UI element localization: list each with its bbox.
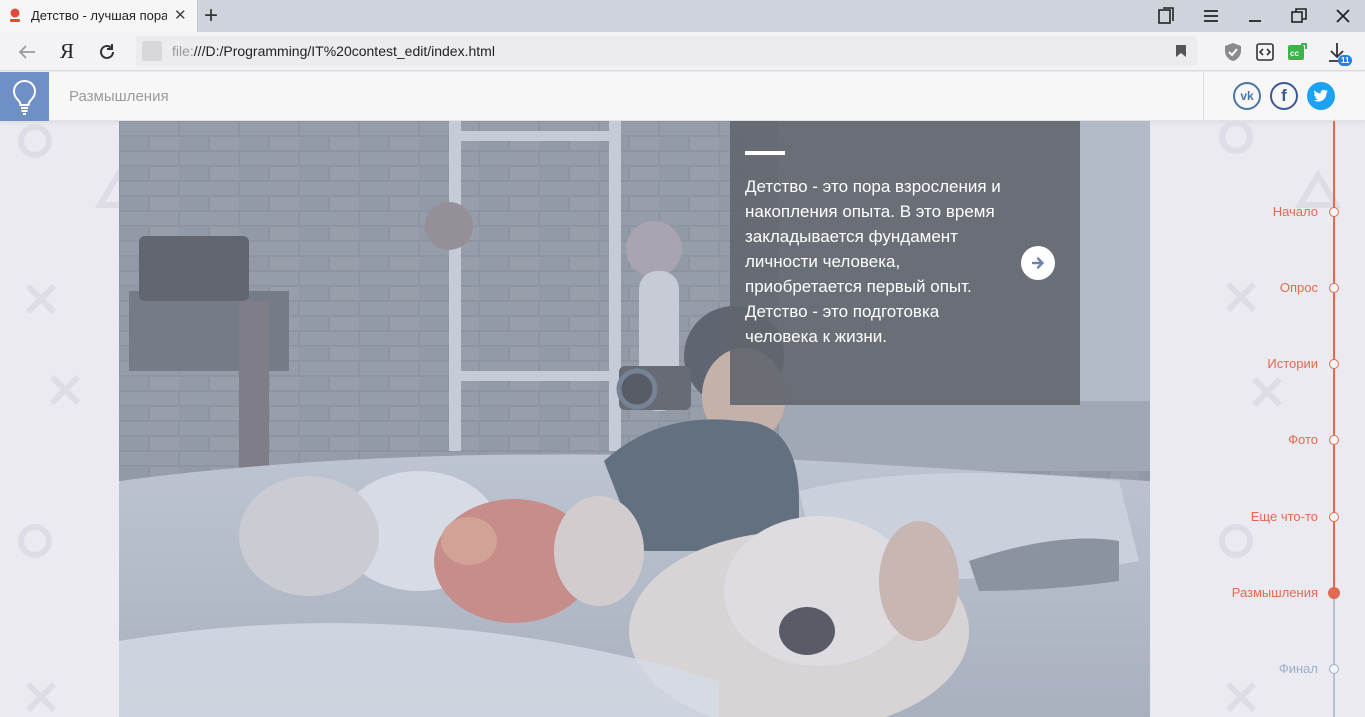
minimize-icon[interactable]: [1245, 6, 1265, 26]
timeline-item-final[interactable]: Финал: [1279, 661, 1318, 676]
file-page-icon: [142, 41, 162, 61]
tab-close-icon[interactable]: ✕: [174, 6, 187, 24]
quote-accent-line: [745, 151, 785, 155]
menu-icon[interactable]: [1201, 6, 1221, 26]
new-tab-button[interactable]: +: [204, 2, 218, 30]
quote-panel: Детство - это пора взросления и накоплен…: [730, 121, 1080, 405]
timeline-dot[interactable]: [1329, 435, 1339, 445]
browser-toolbar: Я file:///D:/Programming/IT%20contest_ed…: [0, 32, 1365, 71]
vk-icon[interactable]: vk: [1233, 82, 1261, 110]
reload-icon[interactable]: [96, 41, 118, 63]
arrow-right-icon: [1031, 257, 1045, 269]
devtools-extension-icon[interactable]: [1254, 41, 1276, 63]
address-path: ///D:/Programming/IT%20contest_edit/inde…: [193, 43, 495, 59]
timeline-item-photo[interactable]: Фото: [1288, 432, 1318, 447]
timeline-item-something-else[interactable]: Еще что-то: [1251, 509, 1318, 524]
timeline-dot-active[interactable]: [1328, 587, 1340, 599]
svg-text:cc: cc: [1290, 49, 1299, 58]
timeline-remaining-line: [1333, 592, 1335, 717]
cc-extension-icon[interactable]: cc: [1286, 41, 1308, 63]
bookmark-icon[interactable]: [1175, 44, 1187, 58]
restore-icon[interactable]: [1289, 6, 1309, 26]
tab-favicon-icon: [10, 8, 20, 22]
timeline-dot[interactable]: [1329, 207, 1339, 217]
site-logo[interactable]: [0, 72, 49, 121]
timeline-dot[interactable]: [1329, 512, 1339, 522]
protect-shield-icon[interactable]: [1222, 41, 1244, 63]
address-scheme: file:: [172, 43, 194, 59]
timeline-item-survey[interactable]: Опрос: [1280, 280, 1318, 295]
site-header: Размышления vk f: [0, 72, 1365, 121]
timeline-item-reflections[interactable]: Размышления: [1232, 585, 1318, 600]
site-section-title: Размышления: [69, 88, 169, 105]
address-bar[interactable]: file:///D:/Programming/IT%20contest_edit…: [136, 36, 1197, 66]
timeline-item-start[interactable]: Начало: [1273, 204, 1318, 219]
quote-text: Детство - это пора взросления и накоплен…: [745, 177, 1001, 346]
twitter-bird-icon: [1313, 89, 1328, 102]
timeline-dot[interactable]: [1329, 283, 1339, 293]
facebook-icon[interactable]: f: [1270, 82, 1298, 110]
next-arrow-button[interactable]: [1021, 246, 1055, 280]
header-divider: [1203, 72, 1204, 121]
lightbulb-icon: [12, 79, 37, 115]
browser-tabbar: Детство - лучшая пора ✕ +: [0, 0, 1365, 32]
downloads-badge: 11: [1338, 55, 1353, 66]
timeline-item-stories[interactable]: Истории: [1267, 356, 1318, 371]
timeline-dot[interactable]: [1329, 664, 1339, 674]
timeline-dot[interactable]: [1329, 359, 1339, 369]
address-text[interactable]: file:///D:/Programming/IT%20contest_edit…: [172, 43, 495, 59]
twitter-icon[interactable]: [1307, 82, 1335, 110]
browser-tab[interactable]: Детство - лучшая пора ✕: [0, 0, 198, 32]
yandex-logo-icon[interactable]: Я: [60, 39, 74, 64]
tab-title: Детство - лучшая пора: [31, 8, 167, 23]
bookmarks-panel-icon[interactable]: [1156, 6, 1176, 26]
back-arrow-icon[interactable]: [16, 41, 38, 63]
close-window-icon[interactable]: [1333, 6, 1353, 26]
